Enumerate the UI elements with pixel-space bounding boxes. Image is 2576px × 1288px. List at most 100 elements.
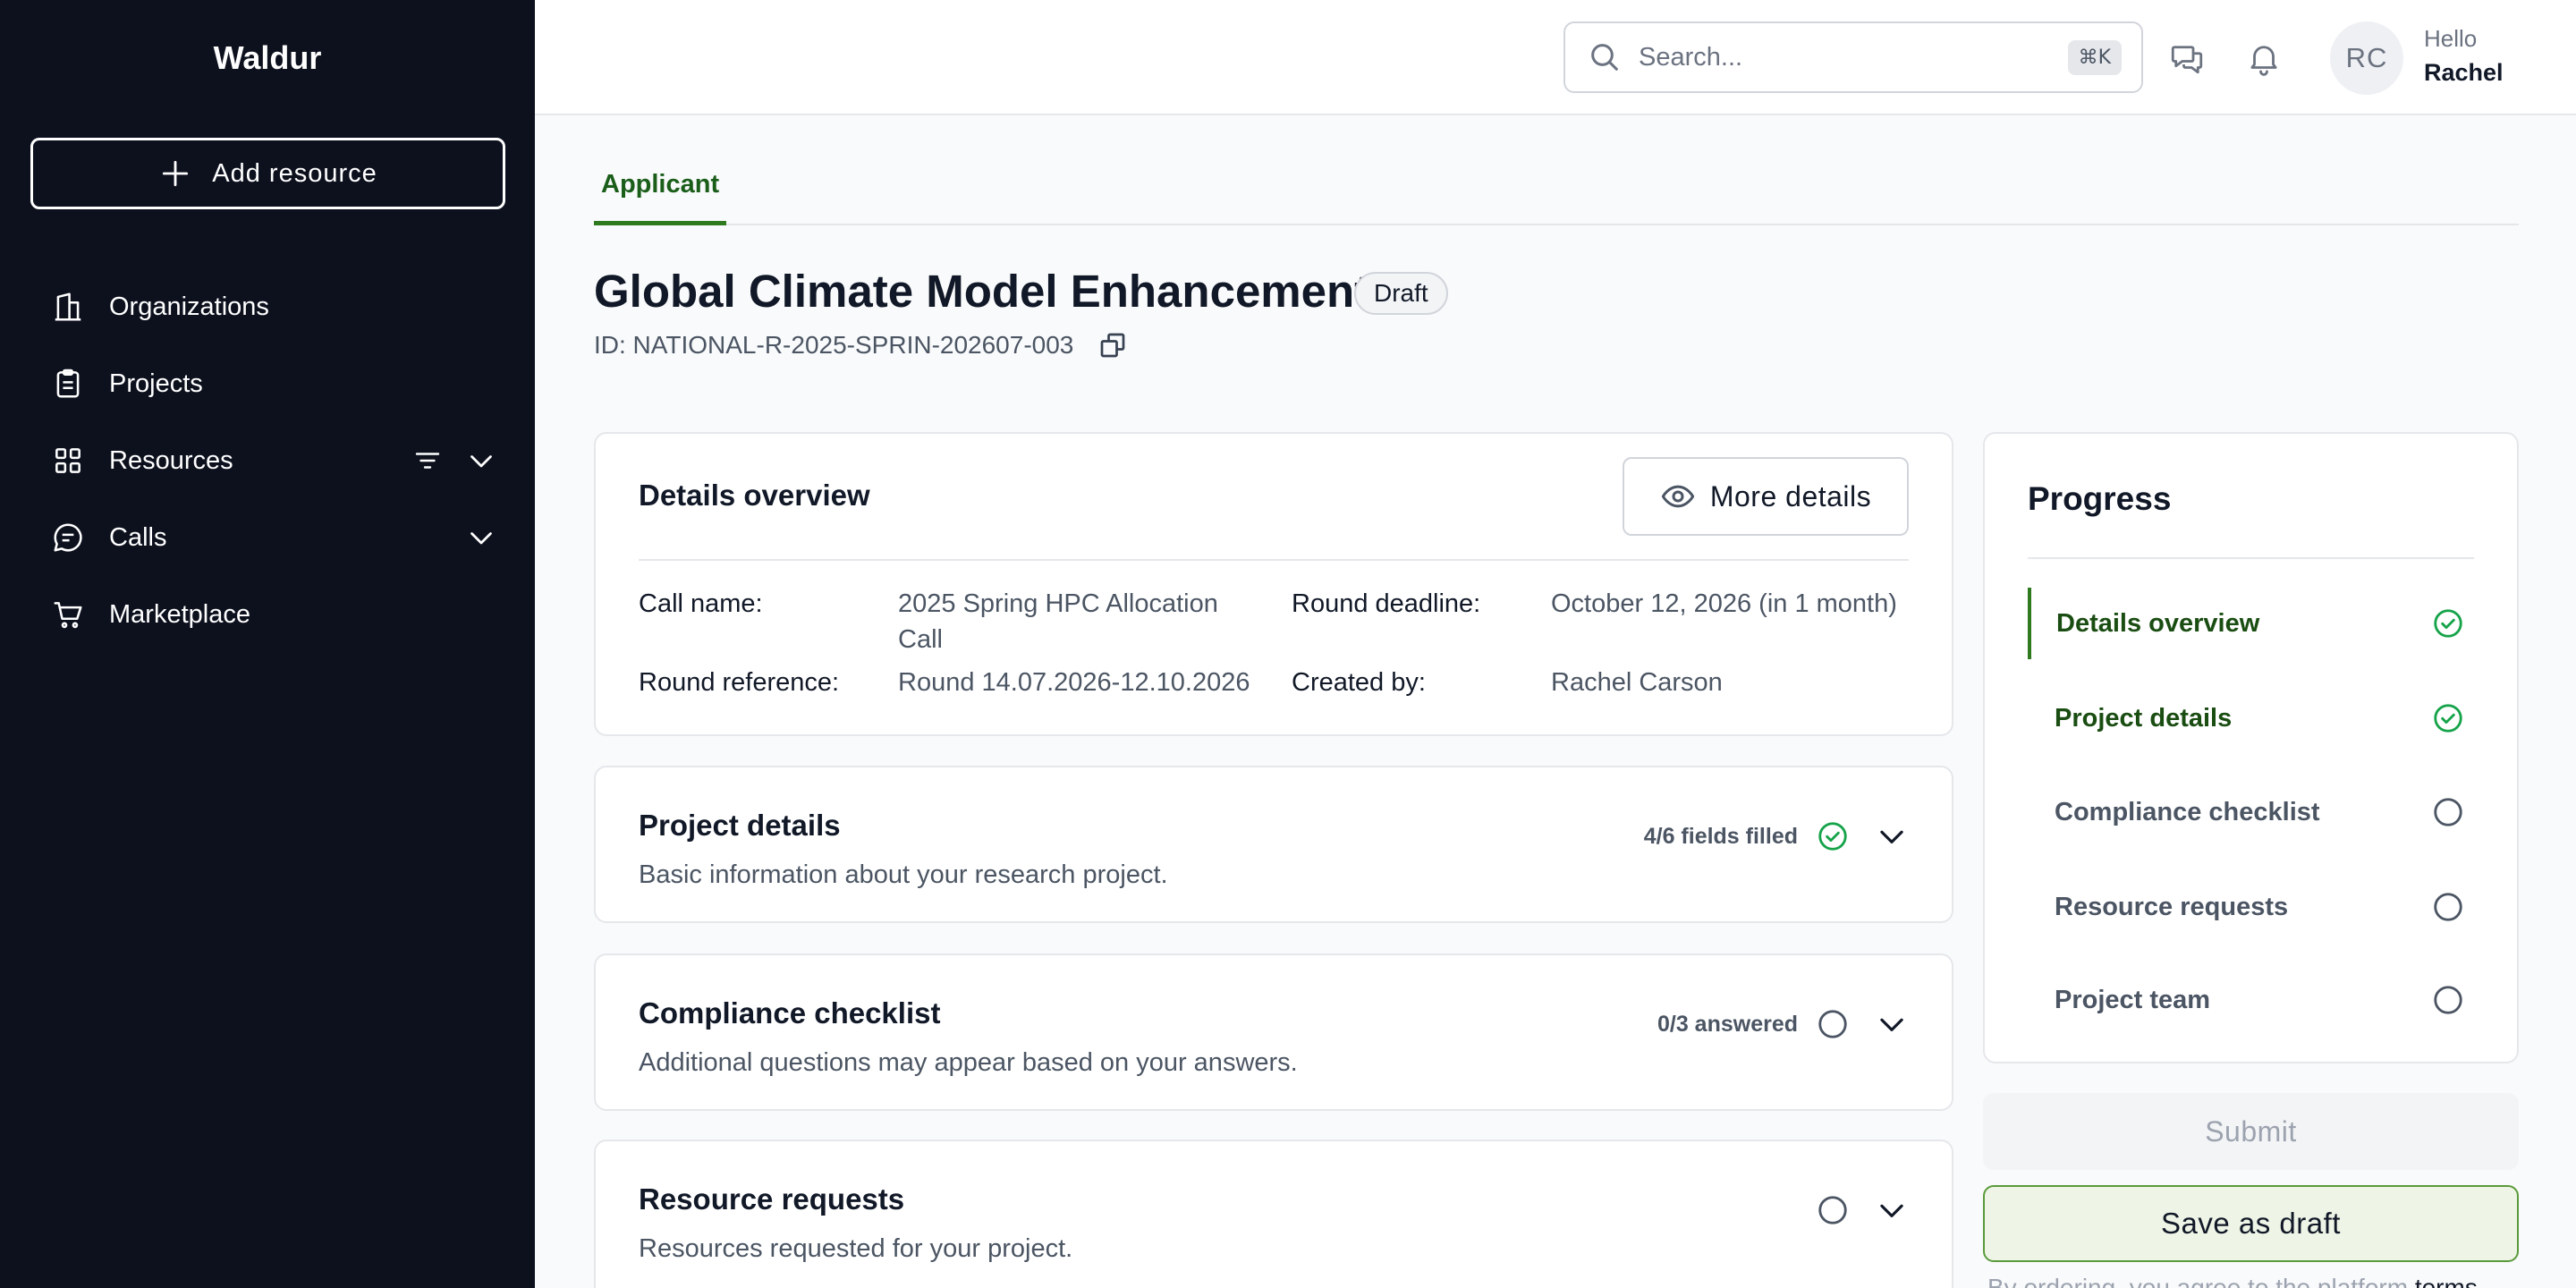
- copy-icon[interactable]: [1097, 329, 1129, 361]
- calls-controls: [465, 521, 497, 554]
- section-title: Resource requests: [639, 1182, 905, 1216]
- proposal-id: ID: NATIONAL-R-2025-SPRIN-202607-003: [594, 329, 1129, 361]
- call-name-label: Call name:: [639, 589, 763, 618]
- sidebar-item-projects[interactable]: Projects: [50, 345, 497, 422]
- sidebar-item-marketplace[interactable]: Marketplace: [50, 576, 497, 653]
- eye-icon: [1661, 485, 1695, 508]
- section-status-text: 4/6 fields filled: [1643, 823, 1798, 849]
- compliance-checklist-section[interactable]: Compliance checklist Additional question…: [594, 953, 1953, 1111]
- progress-step-project-details[interactable]: Project details: [2028, 682, 2478, 754]
- section-subtitle: Basic information about your research pr…: [639, 860, 1168, 889]
- details-overview-title: Details overview: [639, 479, 870, 512]
- call-name-line1: 2025 Spring HPC Allocation: [898, 589, 1218, 618]
- status-badge: Draft: [1354, 272, 1448, 315]
- greeting-text: Hello: [2424, 25, 2478, 52]
- add-resource-button[interactable]: Add resource: [30, 138, 505, 209]
- call-name-line2: Call: [898, 625, 943, 654]
- chevron-down-icon[interactable]: [465, 521, 497, 554]
- search-icon: [1591, 44, 1618, 71]
- grid-icon: [50, 443, 86, 479]
- progress-panel: Progress Details overview Project detail…: [1983, 432, 2519, 1063]
- chevron-down-icon[interactable]: [465, 445, 497, 477]
- cart-icon: [50, 597, 86, 632]
- created-by-label: Created by:: [1292, 668, 1426, 697]
- top-header: ⌘K RC Hello Rachel: [535, 0, 2576, 115]
- chevron-down-icon[interactable]: [1875, 819, 1909, 853]
- terms-prefix: By ordering, you agree to the platform: [1987, 1274, 2415, 1288]
- avatar[interactable]: RC: [2330, 21, 2403, 95]
- section-subtitle: Resources requested for your project.: [639, 1234, 1073, 1263]
- user-name[interactable]: Rachel: [2424, 59, 2504, 87]
- section-title: Compliance checklist: [639, 996, 941, 1030]
- resources-controls: [411, 445, 497, 477]
- sidebar-item-resources[interactable]: Resources: [50, 422, 497, 499]
- sidebar-item-label: Marketplace: [109, 599, 250, 629]
- progress-step-resource-requests[interactable]: Resource requests: [2028, 871, 2478, 943]
- empty-circle-icon: [2434, 798, 2462, 826]
- empty-circle-icon: [2434, 986, 2462, 1014]
- progress-step-project-team[interactable]: Project team: [2028, 964, 2478, 1036]
- page-title: Global Climate Model Enhancement: [594, 266, 1370, 317]
- project-details-section[interactable]: Project details Basic information about …: [594, 766, 1953, 923]
- divider: [2028, 557, 2474, 559]
- more-details-button[interactable]: More details: [1623, 457, 1909, 536]
- terms-link[interactable]: terms: [2415, 1274, 2478, 1288]
- progress-step-label: Compliance checklist: [2055, 797, 2320, 826]
- call-name-value: 2025 Spring HPC Allocation Call: [898, 586, 1218, 657]
- details-overview-card: Details overview More details Call name:…: [594, 432, 1953, 736]
- search-input[interactable]: [1639, 42, 2032, 72]
- sidebar-item-label: Calls: [109, 522, 167, 552]
- clipboard-icon: [50, 366, 86, 402]
- brand-logo[interactable]: Waldur: [0, 39, 535, 77]
- proposal-id-text: ID: NATIONAL-R-2025-SPRIN-202607-003: [594, 331, 1074, 359]
- progress-step-details-overview[interactable]: Details overview: [2028, 588, 2478, 659]
- check-circle-icon: [1818, 822, 1847, 851]
- chat-icon[interactable]: [2168, 39, 2206, 77]
- search-shortcut: ⌘K: [2067, 40, 2122, 75]
- chat-bubble-icon: [50, 520, 86, 555]
- empty-circle-icon: [1818, 1010, 1847, 1038]
- section-status-text: 0/3 answered: [1657, 1011, 1798, 1037]
- tab-bar: Applicant: [594, 161, 2519, 225]
- sidebar-item-label: Projects: [109, 369, 203, 398]
- progress-step-compliance-checklist[interactable]: Compliance checklist: [2028, 776, 2478, 848]
- progress-title: Progress: [2028, 480, 2172, 517]
- sidebar: Waldur Add resource Organizations Projec…: [0, 0, 535, 1288]
- section-subtitle: Additional questions may appear based on…: [639, 1048, 1298, 1077]
- sidebar-item-label: Resources: [109, 445, 233, 475]
- progress-step-label: Project team: [2055, 985, 2211, 1014]
- section-status: 4/6 fields filled: [1644, 819, 1909, 853]
- progress-step-label: Resource requests: [2055, 892, 2289, 921]
- search-box[interactable]: ⌘K: [1563, 21, 2143, 93]
- terms-notice: By ordering, you agree to the platform t…: [1987, 1274, 2515, 1288]
- round-reference-label: Round reference:: [639, 668, 840, 697]
- round-deadline-label: Round deadline:: [1292, 589, 1481, 618]
- plus-icon: [163, 160, 189, 187]
- sidebar-item-label: Organizations: [109, 292, 269, 321]
- chevron-down-icon[interactable]: [1875, 1193, 1909, 1227]
- section-status: [1816, 1193, 1909, 1227]
- section-status: 0/3 answered: [1657, 1007, 1909, 1041]
- chevron-down-icon[interactable]: [1875, 1007, 1909, 1041]
- bell-icon[interactable]: [2245, 39, 2283, 77]
- filter-icon[interactable]: [411, 445, 444, 477]
- resource-requests-section[interactable]: Resource requests Resources requested fo…: [594, 1140, 1953, 1288]
- more-details-label: More details: [1709, 479, 1872, 513]
- round-reference-value: Round 14.07.2026-12.10.2026: [898, 668, 1250, 697]
- round-deadline-value: October 12, 2026 (in 1 month): [1551, 589, 1897, 618]
- add-resource-label: Add resource: [212, 158, 377, 188]
- progress-step-label: Project details: [2055, 703, 2233, 733]
- created-by-value: Rachel Carson: [1551, 668, 1723, 697]
- empty-circle-icon: [2434, 893, 2462, 921]
- progress-step-label: Details overview: [2056, 608, 2260, 638]
- section-title: Project details: [639, 809, 841, 842]
- empty-circle-icon: [1818, 1196, 1847, 1224]
- tab-applicant[interactable]: Applicant: [594, 161, 727, 225]
- divider: [639, 559, 1909, 561]
- sidebar-item-calls[interactable]: Calls: [50, 499, 497, 576]
- check-circle-icon: [2434, 609, 2462, 638]
- submit-button[interactable]: Submit: [1983, 1093, 2519, 1170]
- building-icon: [50, 289, 86, 325]
- sidebar-item-organizations[interactable]: Organizations: [50, 268, 497, 345]
- save-as-draft-button[interactable]: Save as draft: [1983, 1185, 2519, 1262]
